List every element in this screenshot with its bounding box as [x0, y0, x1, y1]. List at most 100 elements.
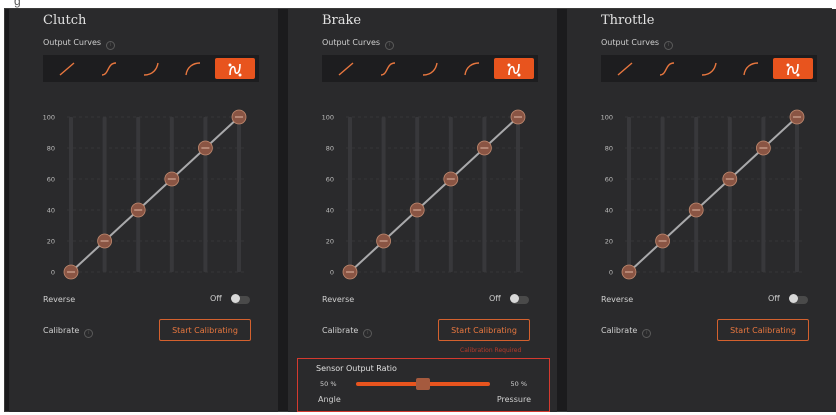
curve-point-track: [761, 117, 766, 272]
toggle-knob: [231, 294, 240, 303]
curve-preset-exponential-button[interactable]: [131, 58, 171, 79]
y-tick-label: 80: [47, 145, 55, 153]
curve-line: [70, 116, 240, 273]
curve-preset-s-curve-button[interactable]: [89, 58, 129, 79]
y-tick-label: 60: [605, 176, 613, 184]
reverse-label: Reverse: [322, 295, 355, 304]
curve-point-track: [102, 117, 107, 272]
curve-preset-bar: [601, 55, 817, 82]
curve-point-track: [136, 117, 141, 272]
curve-preset-logarithmic-button[interactable]: [452, 58, 492, 79]
calibration-warning: Calibration Required: [460, 347, 522, 354]
curve-linear-icon: [338, 61, 354, 76]
y-tick-label: 20: [605, 238, 613, 246]
start-calibrating-button[interactable]: Start Calibrating: [159, 319, 251, 341]
curve-point-track: [203, 117, 208, 272]
output-curves-label: Output Curves i: [43, 38, 116, 50]
panel-title: Throttle: [601, 13, 655, 28]
panel-clutch: Clutch Output Curves i 0 20 40 60 80 100 Reverse O…: [9, 9, 278, 412]
y-tick-label: 40: [326, 207, 334, 215]
reverse-toggle[interactable]: Off: [768, 294, 808, 306]
curve-point-track: [381, 117, 386, 272]
calibrate-label: Calibrate i: [43, 326, 94, 338]
y-tick-label: 40: [47, 207, 55, 215]
info-icon[interactable]: i: [363, 329, 373, 338]
y-tick-label: 100: [322, 114, 334, 122]
start-calibrating-button[interactable]: Start Calibrating: [717, 319, 809, 341]
sensor-ratio-angle-label: Angle: [318, 395, 341, 404]
curve-preset-logarithmic-button[interactable]: [731, 58, 771, 79]
curve-preset-linear-button[interactable]: [326, 58, 366, 79]
curve-linear-icon: [59, 61, 75, 76]
curve-s-curve-icon: [101, 61, 117, 76]
curve-preset-linear-button[interactable]: [47, 58, 87, 79]
panel-title: Clutch: [43, 13, 87, 28]
top-strip: g: [0, 0, 836, 8]
curve-point-track: [69, 117, 73, 272]
reverse-state-label: Off: [768, 294, 780, 303]
curve-exponential-icon: [422, 62, 438, 76]
panel-title: Brake: [322, 13, 362, 28]
curve-s-curve-icon: [659, 61, 675, 76]
curve-line: [349, 116, 519, 273]
y-tick-label: 100: [601, 114, 613, 122]
info-icon[interactable]: i: [642, 329, 652, 338]
y-tick-label: 80: [605, 145, 613, 153]
sensor-ratio-pressure-label: Pressure: [496, 395, 531, 404]
curve-point-track: [516, 117, 520, 272]
start-calibrating-button[interactable]: Start Calibrating: [438, 319, 530, 341]
toggle-knob: [510, 294, 519, 303]
curve-point-track: [627, 117, 631, 272]
curve-preset-bar: [322, 55, 538, 82]
y-tick-label: 60: [326, 176, 334, 184]
top-text: g: [14, 0, 21, 8]
toggle-knob: [789, 294, 798, 303]
y-tick-label: 0: [51, 269, 55, 277]
reverse-state-label: Off: [210, 294, 222, 303]
curve-preset-custom-button[interactable]: [215, 58, 255, 79]
reverse-toggle[interactable]: Off: [489, 294, 529, 306]
curve-preset-exponential-button[interactable]: [689, 58, 729, 79]
sensor-output-ratio-box: Sensor Output Ratio 50 % 50 % Angle Pres…: [297, 358, 550, 412]
y-tick-label: 0: [609, 269, 613, 277]
curve-s-curve-icon: [380, 61, 396, 76]
curve-preset-s-curve-button[interactable]: [368, 58, 408, 79]
curve-line: [628, 116, 798, 273]
output-curves-label: Output Curves i: [601, 38, 674, 50]
y-tick-label: 40: [605, 207, 613, 215]
curve-preset-exponential-button[interactable]: [410, 58, 450, 79]
sensor-ratio-right-value: 50 %: [510, 380, 527, 388]
info-icon[interactable]: i: [106, 41, 116, 50]
curve-point-track: [660, 117, 665, 272]
curve-exponential-icon: [701, 62, 717, 76]
curve-point-track: [169, 117, 174, 272]
y-tick-label: 20: [326, 238, 334, 246]
panel-throttle: Throttle Output Curves i 0 20 40 60 80 100 Revers…: [567, 9, 836, 412]
curve-point-track: [237, 117, 241, 272]
curve-logarithmic-icon: [743, 61, 759, 75]
info-icon[interactable]: i: [84, 329, 94, 338]
curve-point-track: [448, 117, 453, 272]
curve-point-track: [348, 117, 352, 272]
curve-point-track: [727, 117, 732, 272]
curve-point-track: [415, 117, 420, 272]
y-tick-label: 20: [47, 238, 55, 246]
panel-brake: Brake Output Curves i 0 20 40 60 80 100 Reverse Of…: [288, 9, 557, 412]
output-curves-label: Output Curves i: [322, 38, 395, 50]
curve-point-track: [795, 117, 799, 272]
y-tick-label: 60: [47, 176, 55, 184]
output-curve-chart: 0 20 40 60 80 100: [43, 109, 247, 280]
y-tick-label: 100: [43, 114, 55, 122]
reverse-toggle[interactable]: Off: [210, 294, 250, 306]
curve-linear-icon: [617, 61, 633, 76]
sensor-ratio-title: Sensor Output Ratio: [316, 364, 397, 373]
curve-preset-logarithmic-button[interactable]: [173, 58, 213, 79]
curve-point-track: [694, 117, 699, 272]
info-icon[interactable]: i: [385, 41, 395, 50]
curve-preset-custom-button[interactable]: [773, 58, 813, 79]
info-icon[interactable]: i: [664, 41, 674, 50]
curve-preset-s-curve-button[interactable]: [647, 58, 687, 79]
curve-preset-custom-button[interactable]: [494, 58, 534, 79]
sensor-ratio-slider-thumb[interactable]: [416, 378, 430, 390]
curve-preset-linear-button[interactable]: [605, 58, 645, 79]
